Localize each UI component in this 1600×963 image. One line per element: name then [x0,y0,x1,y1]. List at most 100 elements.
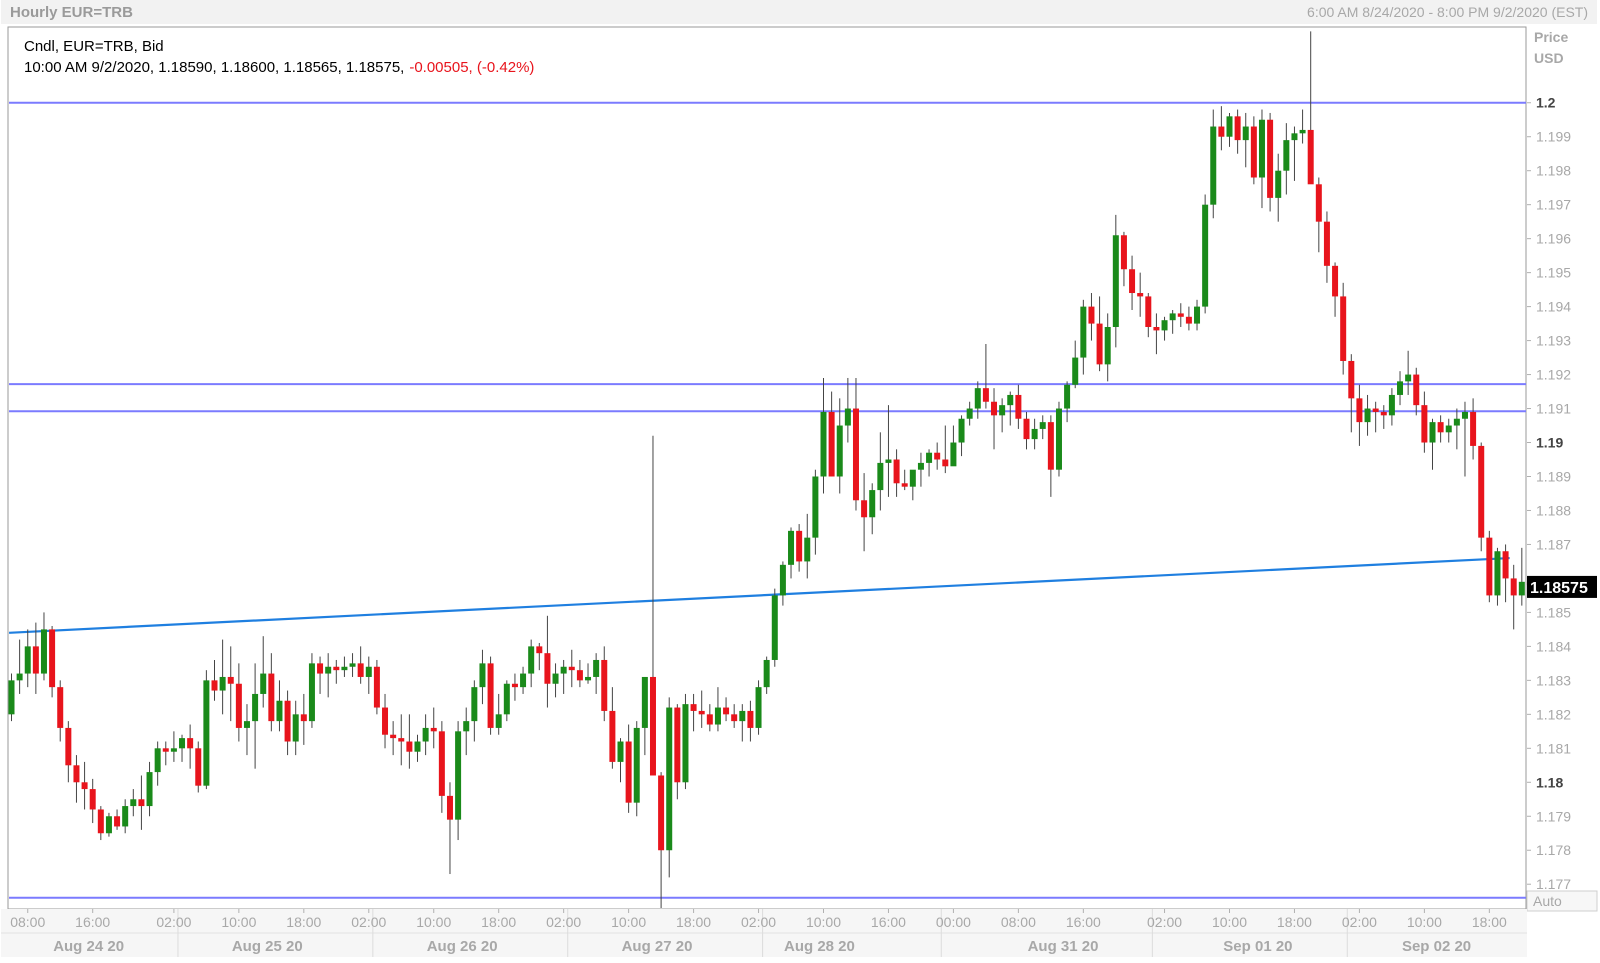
day-label: Aug 25 20 [232,938,303,955]
candle-body [325,666,332,674]
x-tick-label: 02:00 [1342,914,1377,930]
y-tick-label: 1.196 [1536,231,1571,247]
candle-body [544,653,551,684]
y-tick-label: 1.191 [1536,401,1571,417]
candle-body [1202,204,1209,307]
candle-body [341,666,348,671]
candle-body [633,727,640,803]
candle-body [1080,306,1087,358]
x-tick-label: 10:00 [221,914,256,930]
candle-body [1267,119,1274,198]
candle-body [698,710,705,715]
candle-body [796,530,803,562]
y-tick-label: 1.177 [1536,876,1571,892]
candle-body [1234,116,1241,141]
candle-body [1210,126,1217,205]
candle-body [593,659,600,677]
candle-body [958,418,965,443]
candle-body [503,683,510,715]
candle-body [869,490,876,518]
candle-body [1169,313,1176,321]
candle-body [1194,306,1201,324]
candle-body [97,809,104,834]
candle-body [8,680,15,715]
candle-body [495,714,502,728]
day-label: Sep 02 20 [1402,938,1471,955]
candle-body [877,462,884,491]
y-tick-label: 1.179 [1536,808,1571,824]
y-tick-label: 1.194 [1536,299,1571,315]
candle-body [1364,408,1371,423]
candle-body [49,629,56,688]
legend-change-text: -0.00505, (-0.42%) [409,59,534,76]
candle-body [16,673,23,681]
auto-label[interactable]: Auto [1533,893,1562,909]
x-tick-label: 16:00 [871,914,906,930]
candle-body [861,500,868,518]
x-tick-label: 08:00 [1001,914,1036,930]
candle-body [276,700,283,722]
candle-body [252,693,259,722]
candle-body [333,666,340,671]
y-tick-label: 1.187 [1536,536,1571,552]
candle-body [649,676,656,776]
candle-body [1437,422,1444,433]
candle-body [81,782,88,790]
candle-body [991,401,998,416]
candle-body [804,537,811,562]
candle-body [1323,221,1330,266]
candle-body [682,704,689,783]
candle-body [73,765,80,783]
y-tick-label: 1.2 [1536,95,1556,111]
candle-body [731,714,738,722]
candle-body [909,469,916,487]
candle-body [1088,306,1095,324]
candle-body [511,683,518,688]
y-tick-label: 1.192 [1536,367,1571,383]
candle-body [317,663,324,674]
x-tick-label: 18:00 [1277,914,1312,930]
candle-body [1226,116,1233,137]
x-tick-label: 16:00 [1066,914,1101,930]
candle-body [601,659,608,711]
y-tick-label: 1.181 [1536,740,1571,756]
candle-body [1031,428,1038,440]
y-tick-label: 1.195 [1536,265,1571,281]
candle-body [57,687,64,728]
candle-body [1413,374,1420,406]
y-tick-label: 1.189 [1536,468,1571,484]
candle-body [828,411,835,477]
x-tick-label: 02:00 [546,914,581,930]
candle-body [755,687,762,728]
candle-body [300,714,307,722]
candle-body [536,646,543,654]
candle-body [243,721,250,728]
candle-body [690,704,697,711]
x-tick-label: 02:00 [156,914,191,930]
candle-body [1015,394,1022,419]
candle-body [852,408,859,501]
candle-body [617,741,624,762]
candle-body [195,748,202,786]
candle-body [568,666,575,671]
x-tick-label: 18:00 [1472,914,1507,930]
candle-body [1445,425,1452,433]
candle-body [950,442,957,467]
x-tick-label: 10:00 [1212,914,1247,930]
candle-body [65,727,72,766]
candle-body [1185,316,1192,324]
candle-body [1250,126,1257,178]
candle-body [844,408,851,426]
candle-body [219,676,226,691]
candle-body [89,789,96,810]
candle-body [658,775,665,851]
candle-body [455,731,462,820]
legend-ohlc-values: 10:00 AM 9/2/2020, 1.18590, 1.18600, 1.1… [24,59,534,76]
candle-body [438,731,445,796]
candle-body [1478,445,1485,538]
candle-body [885,459,892,463]
y-tick-label: 1.198 [1536,163,1571,179]
candle-body [1356,398,1363,423]
candle-body [1461,411,1468,419]
x-tick-label: 10:00 [416,914,451,930]
